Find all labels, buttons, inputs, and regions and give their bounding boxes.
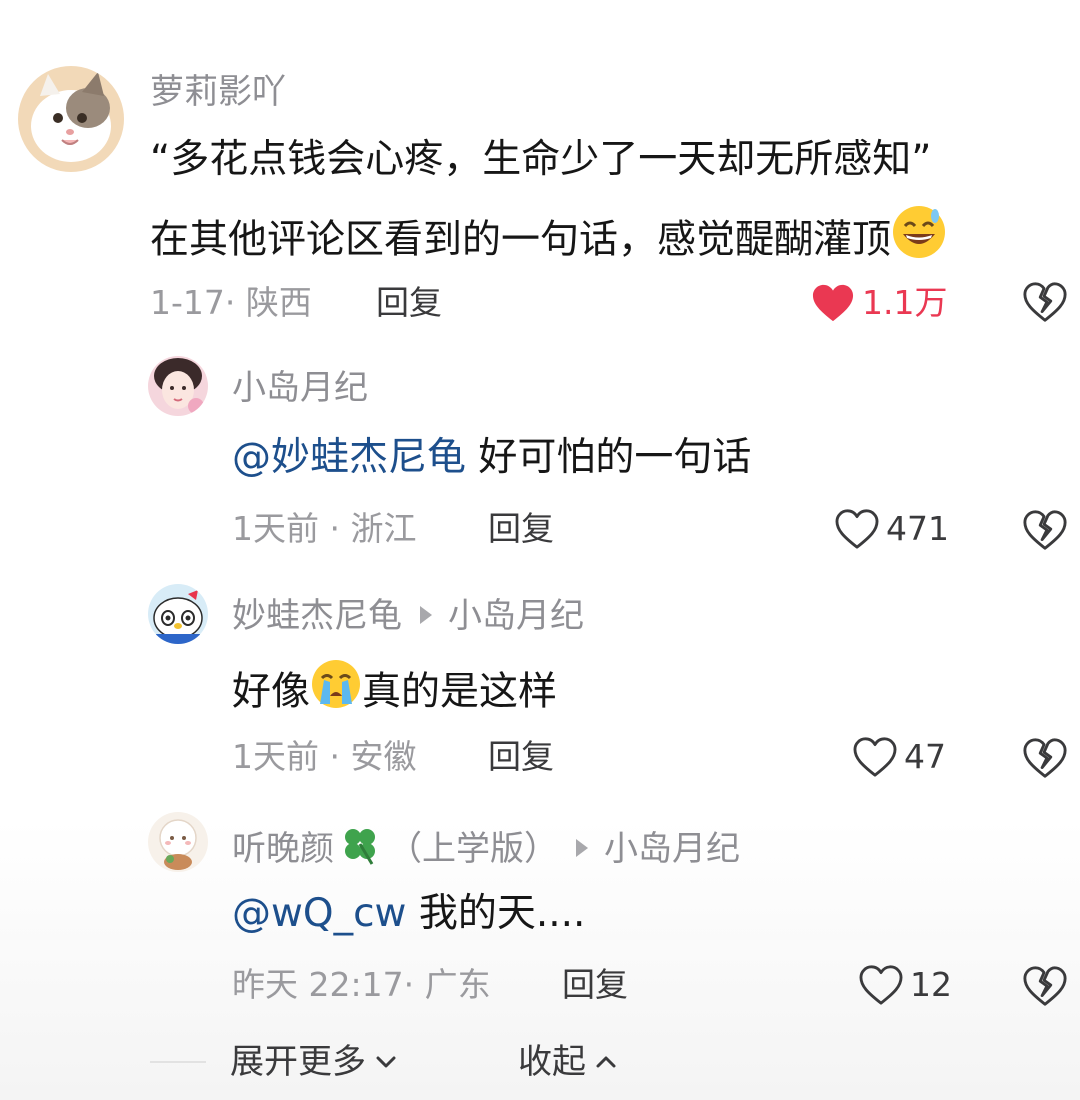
avatar[interactable] (18, 66, 124, 172)
avatar[interactable] (148, 584, 208, 644)
dislike-button[interactable] (1022, 279, 1068, 325)
divider (150, 1061, 206, 1063)
reply-button[interactable]: 回复 (562, 965, 628, 1005)
heart-icon (852, 736, 898, 778)
grinning-sweat-emoji (891, 204, 947, 272)
reply-button[interactable]: 回复 (488, 737, 554, 777)
reply-arrow-icon (576, 838, 588, 857)
comment-text-line: 好可怕的一句话 (466, 435, 752, 480)
comment-meta: 1天前 · 安徽 (232, 737, 417, 776)
heart-icon (834, 508, 880, 550)
comment-text-line: 真的是这样 (362, 669, 558, 715)
reply-arrow-icon (420, 605, 432, 624)
chevron-down-icon (376, 1056, 396, 1068)
comment-meta: 1天前 · 浙江 (232, 509, 417, 548)
four-leaf-clover-emoji (338, 822, 382, 875)
reply-button[interactable]: 回复 (488, 509, 554, 549)
like-button[interactable]: 1.1万 (810, 282, 947, 324)
heart-icon (858, 964, 904, 1006)
expand-more-label: 展开更多 (230, 1042, 366, 1082)
avatar[interactable] (148, 812, 208, 872)
broken-heart-icon (1022, 735, 1068, 781)
comment-text: 在其他评论区看到的一句话，感觉醍醐灌顶 (150, 206, 947, 276)
dislike-button[interactable] (1022, 507, 1068, 553)
mention-link[interactable]: @妙蛙杰尼龟 (232, 435, 466, 480)
comment-username[interactable]: 萝莉影吖 (150, 72, 286, 112)
like-button[interactable]: 47 (852, 736, 946, 778)
comment-text-line: 好像 (232, 669, 311, 715)
comment-text-line: 我的天.... (406, 891, 586, 936)
reply-button[interactable]: 回复 (376, 283, 442, 323)
dislike-button[interactable] (1022, 963, 1068, 1009)
comment-text: 好像 真的是这样 (232, 660, 558, 726)
comment-text: @妙蛙杰尼龟 好可怕的一句话 (232, 434, 751, 482)
collapse-button[interactable]: 收起 (518, 1042, 618, 1082)
reply-to-username[interactable]: 小岛月纪 (604, 829, 740, 869)
comment-text: “多花点钱会心疼，生命少了一天却无所感知” (150, 136, 931, 184)
expand-more-button[interactable]: 展开更多 (230, 1042, 398, 1082)
broken-heart-icon (1022, 279, 1068, 325)
like-count: 12 (910, 965, 952, 1004)
comment-username[interactable]: 小岛月纪 (232, 368, 368, 408)
broken-heart-icon (1022, 963, 1068, 1009)
username-link[interactable]: 妙蛙杰尼龟 (232, 596, 402, 636)
reply-to-username[interactable]: 小岛月纪 (448, 596, 584, 636)
comment-meta: 昨天 22:17· 广东 (232, 965, 491, 1004)
username-link[interactable]: 听晚颜 (232, 829, 334, 869)
comment-username: 妙蛙杰尼龟 小岛月纪 (232, 596, 584, 636)
heart-filled-icon (812, 284, 854, 322)
comment-meta: 1-17· 陕西 (150, 283, 312, 322)
comment-username: 听晚颜 （上学版） 小岛月纪 (232, 824, 740, 877)
like-button[interactable]: 12 (858, 964, 952, 1006)
mention-link[interactable]: @wQ_cw (232, 891, 406, 936)
comment-text-line: 在其他评论区看到的一句话，感觉醍醐灌顶 (150, 217, 892, 263)
like-count: 47 (904, 737, 946, 776)
chevron-up-icon (596, 1056, 616, 1068)
crying-emoji (310, 658, 362, 722)
dislike-button[interactable] (1022, 735, 1068, 781)
comment-text-line: “多花点钱会心疼，生命少了一天却无所感知” (150, 137, 932, 182)
like-button[interactable]: 471 (834, 508, 949, 550)
avatar[interactable] (148, 356, 208, 416)
broken-heart-icon (1022, 507, 1068, 553)
collapse-label: 收起 (518, 1042, 586, 1082)
like-count: 471 (886, 509, 949, 548)
like-count: 1.1万 (862, 283, 948, 322)
username-suffix: （上学版） (388, 829, 558, 869)
comment-text: @wQ_cw 我的天.... (232, 890, 585, 938)
